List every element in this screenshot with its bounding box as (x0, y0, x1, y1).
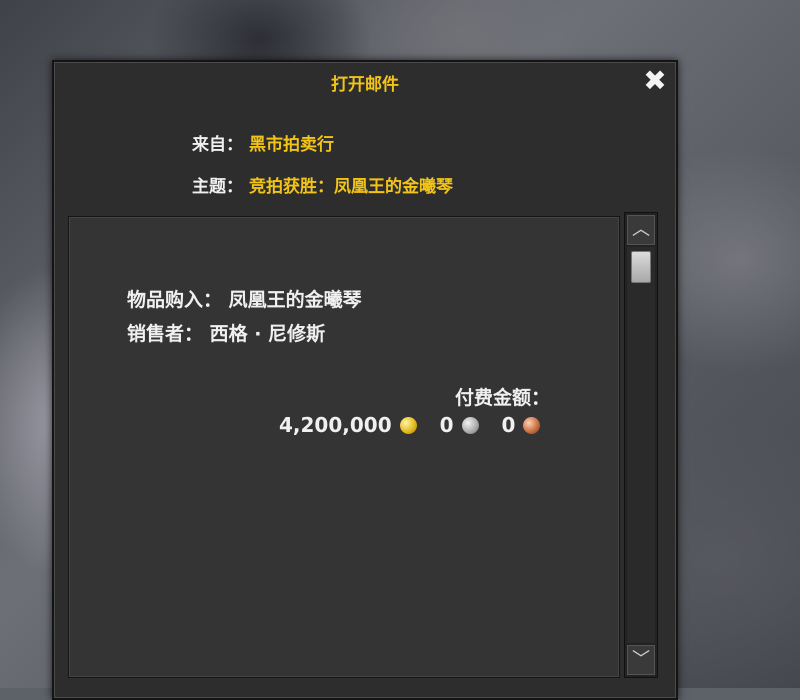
silver-coin-icon (461, 417, 479, 434)
close-icon[interactable]: ✖ (642, 67, 668, 95)
copper-amount: 0 (501, 413, 516, 437)
from-row: 来自： 黑市拍卖行 (192, 130, 334, 155)
scroll-thumb[interactable] (631, 251, 651, 283)
from-label: 来自： (192, 135, 243, 155)
from-value: 黑市拍卖行 (249, 135, 334, 155)
mail-window: 打开邮件 ✖ 来自： 黑市拍卖行 主题： 竞拍获胜：凤凰王的金曦琴 物品购入： 凤凰… (52, 60, 678, 700)
subject-value: 竞拍获胜：凤凰王的金曦琴 (249, 177, 453, 197)
seller-line: 销售者： 西格 · 尼修斯 (127, 323, 326, 345)
mail-body: 物品购入： 凤凰王的金曦琴 销售者： 西格 · 尼修斯 付费金额： 4,200,… (68, 216, 620, 678)
scroll-track[interactable] (627, 247, 655, 643)
silver-amount: 0 (439, 413, 454, 437)
scroll-down-icon[interactable]: ﹀ (627, 645, 655, 675)
scrollbar[interactable]: ︿ ﹀ (624, 212, 658, 678)
payment-label: 付费金额： (455, 387, 551, 409)
item-line: 物品购入： 凤凰王的金曦琴 (127, 289, 362, 311)
gold-coin-icon (399, 417, 417, 434)
scroll-up-icon[interactable]: ︿ (627, 215, 655, 245)
subject-row: 主题： 竞拍获胜：凤凰王的金曦琴 (192, 172, 453, 197)
gold-amount: 4,200,000 (279, 413, 392, 437)
subject-label: 主题： (192, 177, 243, 197)
money-row: 4,200,000 0 0 (279, 413, 541, 437)
window-title: 打开邮件 (331, 75, 399, 95)
copper-coin-icon (523, 417, 541, 434)
